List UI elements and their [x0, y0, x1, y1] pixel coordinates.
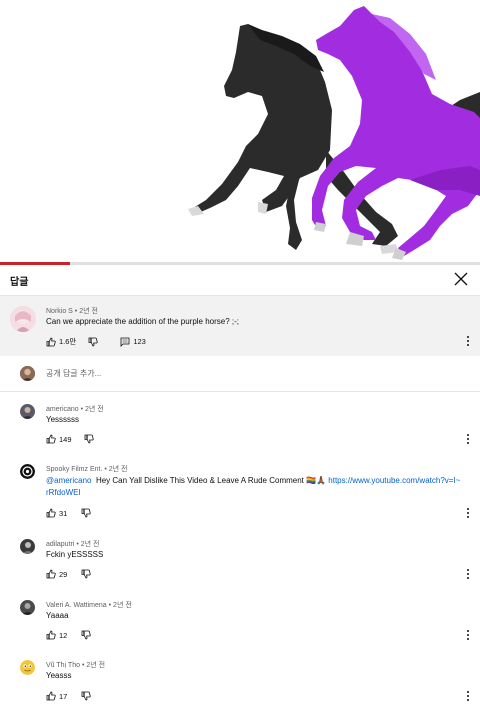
comment-meta: Vũ Thị Tho • 2년 전	[46, 662, 106, 669]
anime-avatar-icon	[10, 306, 36, 332]
thumbs-down-icon	[81, 691, 91, 701]
comment-actions: 31	[46, 508, 91, 518]
reply-comment: Spooky Filmz Ent. • 2년 전 @americano Hey …	[0, 454, 480, 529]
more-options-icon[interactable]	[466, 630, 470, 640]
comment-author[interactable]: americano	[46, 406, 79, 413]
thumbs-down-icon	[81, 508, 91, 518]
comment-age: 2년 전	[85, 406, 104, 413]
my-avatar	[20, 366, 35, 381]
dislike-button[interactable]	[81, 508, 91, 518]
reply-count-button[interactable]: 123	[120, 337, 146, 347]
comment-age: 2년 전	[79, 308, 98, 315]
thumbs-down-icon	[84, 434, 94, 444]
avatar[interactable]	[10, 306, 36, 332]
dislike-button[interactable]	[88, 337, 98, 347]
dislike-button[interactable]	[81, 691, 91, 701]
comment-age: 2년 전	[108, 466, 128, 473]
like-count: 1.6만	[59, 337, 77, 346]
dislike-button[interactable]	[84, 434, 94, 444]
thumbs-up-icon	[46, 691, 56, 701]
url-link[interactable]: https://www.youtube.com/watch?v=I~	[328, 476, 460, 485]
comment-meta: americano • 2년 전	[46, 406, 104, 413]
comment-text: Can we appreciate the addition of the pu…	[46, 317, 240, 326]
thumbs-down-icon	[88, 337, 98, 346]
comment-actions: 1.6만 123	[46, 336, 146, 347]
comment-meta: Spooky Filmz Ent. • 2년 전	[46, 466, 128, 473]
thumbs-up-icon	[46, 337, 56, 346]
reply-comment: americano • 2년 전 Yessssss 149	[0, 392, 480, 454]
like-count: 31	[59, 508, 68, 518]
like-count: 149	[59, 434, 72, 444]
reply-comment: Valeri A. Wattimena • 2년 전 Yaaaa 12	[0, 591, 480, 653]
comment-text: Yessssss	[46, 415, 80, 424]
mention-link[interactable]: @americano	[46, 476, 91, 485]
url-link-continuation[interactable]: rRfdoWEI	[46, 488, 81, 497]
comment-author[interactable]: Vũ Thị Tho	[46, 662, 80, 669]
more-options-icon[interactable]	[466, 434, 470, 444]
reply-comment: Vũ Thị Tho • 2년 전 Yeasss 17	[0, 653, 480, 710]
comment-actions: 12	[46, 630, 91, 640]
thumbs-up-icon	[46, 569, 56, 579]
avatar[interactable]	[20, 660, 35, 675]
video-player[interactable]	[0, 0, 480, 263]
thumbs-down-icon	[81, 569, 91, 579]
like-button[interactable]: 12	[46, 630, 67, 640]
comment-text: Yeasss	[46, 671, 72, 680]
avatar[interactable]	[20, 600, 35, 615]
like-button[interactable]: 1.6만	[46, 336, 76, 347]
reply-comment: adilaputri • 2년 전 Fckin yESSSSS 29	[0, 529, 480, 591]
replies-panel-header: 답글	[0, 265, 480, 296]
like-count: 29	[59, 569, 68, 579]
more-options-icon[interactable]	[466, 336, 470, 346]
thumbs-down-icon	[81, 630, 91, 640]
avatar[interactable]	[20, 404, 35, 419]
reply-input[interactable]: 공개 답글 추가...	[46, 368, 101, 379]
like-count: 17	[59, 691, 68, 701]
parent-comment: Norkio S • 2년 전 Can we appreciate the ad…	[0, 296, 480, 356]
comment-actions: 29	[46, 569, 91, 579]
comment-actions: 17	[46, 691, 91, 701]
comment-author[interactable]: Norkio S	[46, 308, 73, 315]
more-options-icon[interactable]	[466, 691, 470, 701]
comment-meta: Valeri A. Wattimena • 2년 전	[46, 602, 132, 609]
comment-author[interactable]: Spooky Filmz Ent.	[46, 466, 102, 473]
comment-actions: 149	[46, 434, 94, 444]
comment-meta: Norkio S • 2년 전	[46, 308, 98, 315]
comment-text-line: @americano Hey Can Yall Dislike This Vid…	[46, 476, 460, 485]
avatar[interactable]	[20, 464, 35, 479]
close-button[interactable]	[454, 272, 470, 288]
thumbs-up-icon	[46, 508, 56, 518]
comment-text: Fckin yESSSSS	[46, 550, 104, 559]
comment-age: 2년 전	[80, 541, 100, 548]
comment-age: 2년 전	[86, 662, 106, 669]
dislike-button[interactable]	[81, 569, 91, 579]
like-button[interactable]: 29	[46, 569, 67, 579]
comment-meta: adilaputri • 2년 전	[46, 541, 100, 548]
close-icon	[454, 272, 468, 286]
comment-icon	[120, 337, 130, 347]
comment-text: Yaaaa	[46, 611, 69, 620]
like-button[interactable]: 31	[46, 508, 67, 518]
more-options-icon[interactable]	[466, 569, 470, 579]
comment-author[interactable]: adilaputri	[46, 541, 74, 548]
more-options-icon[interactable]	[466, 508, 470, 518]
thumbs-up-icon	[46, 630, 56, 640]
horses-illustration	[188, 6, 480, 260]
thumbs-up-icon	[46, 434, 56, 444]
like-button[interactable]: 149	[46, 434, 72, 444]
comment-age: 2년 전	[113, 602, 132, 609]
comment-text: Hey Can Yall Dislike This Video & Leave …	[95, 476, 327, 485]
comment-author[interactable]: Valeri A. Wattimena	[46, 602, 107, 609]
panel-title: 답글	[10, 276, 29, 288]
like-count: 12	[59, 630, 68, 640]
like-button[interactable]: 17	[46, 691, 67, 701]
add-reply-box[interactable]: 공개 답글 추가...	[0, 356, 480, 392]
avatar[interactable]	[20, 539, 35, 554]
reply-count: 123	[133, 337, 146, 346]
dislike-button[interactable]	[81, 630, 91, 640]
